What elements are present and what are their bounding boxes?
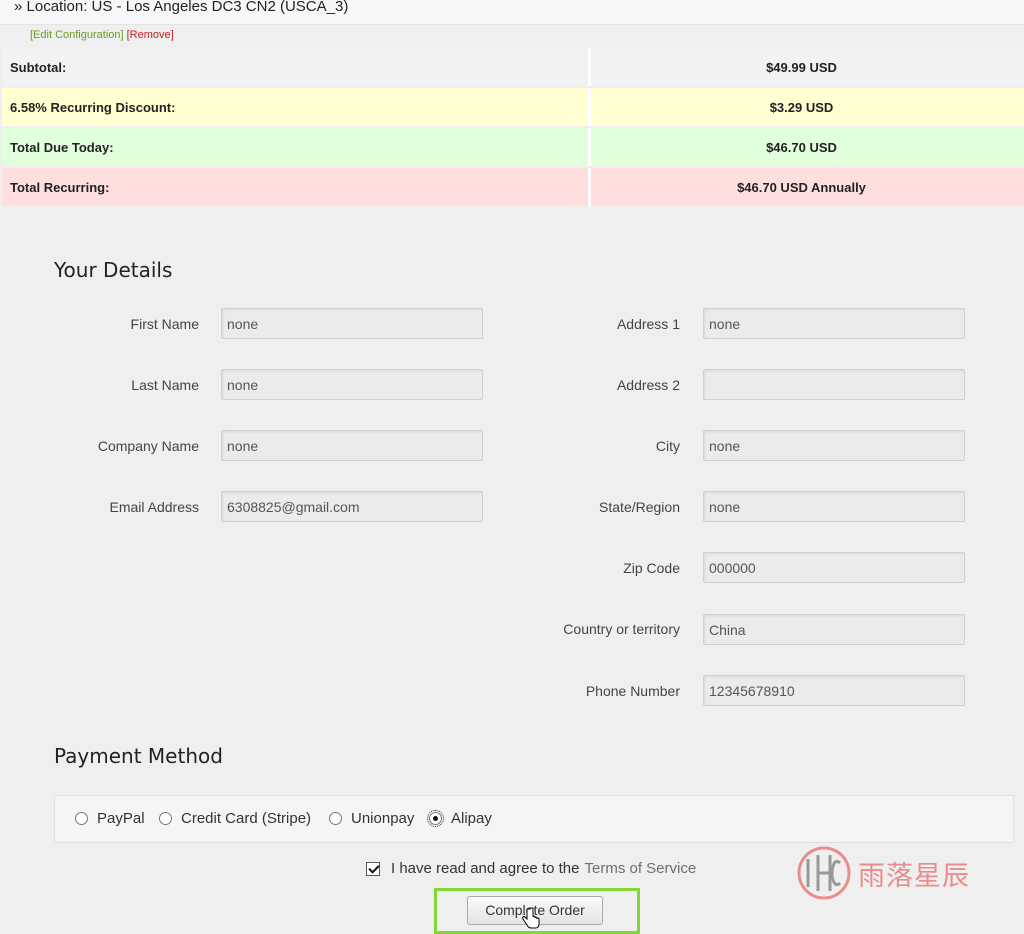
address-1-field[interactable] — [703, 308, 965, 339]
summary-value: $46.70 USD — [591, 128, 1024, 166]
terms-of-service-link[interactable]: Terms of Service — [584, 860, 696, 877]
first-name-label: First Name — [130, 316, 199, 332]
terms-text: I have read and agree to the — [391, 860, 580, 877]
terms-checkbox[interactable] — [366, 861, 380, 876]
payment-option-credit-card[interactable]: Credit Card (Stripe) — [159, 810, 311, 827]
summary-row-discount: 6.58% Recurring Discount: $3.29 USD — [2, 88, 1024, 126]
first-name-field[interactable] — [221, 308, 483, 339]
radio-button[interactable] — [159, 812, 172, 825]
payment-option-label: Alipay — [451, 810, 492, 827]
location-line: » Location: US - Los Angeles DC3 CN2 (US… — [0, 0, 1024, 25]
address-2-label: Address 2 — [616, 377, 680, 393]
your-details-heading: Your Details — [54, 258, 173, 282]
hc-logo-icon — [797, 846, 851, 900]
summary-label: Subtotal: — [2, 48, 591, 86]
zip-code-field[interactable] — [703, 552, 965, 583]
summary-row-total-recurring: Total Recurring: $46.70 USD Annually — [2, 168, 1024, 206]
payment-option-unionpay[interactable]: Unionpay — [329, 810, 414, 827]
summary-value: $49.99 USD — [591, 48, 1024, 86]
email-address-label: Email Address — [109, 499, 199, 515]
payment-option-paypal[interactable]: PayPal — [75, 810, 145, 827]
order-summary-table: Subtotal: $49.99 USD 6.58% Recurring Dis… — [2, 46, 1024, 208]
payment-method-heading: Payment Method — [54, 744, 223, 768]
edit-configuration-link[interactable]: [Edit Configuration] — [30, 29, 124, 41]
payment-option-label: Unionpay — [351, 810, 415, 827]
watermark: 雨落星辰 — [796, 845, 970, 901]
radio-button-selected[interactable] — [427, 810, 444, 827]
summary-value: $46.70 USD Annually — [591, 168, 1024, 206]
email-address-field[interactable] — [221, 491, 483, 522]
terms-agreement: I have read and agree to the Terms of Se… — [366, 860, 696, 877]
last-name-field[interactable] — [221, 369, 483, 400]
state-region-label: State/Region — [599, 499, 680, 515]
payment-option-label: PayPal — [97, 810, 145, 827]
last-name-label: Last Name — [131, 377, 199, 393]
summary-label: Total Recurring: — [2, 168, 591, 206]
city-field[interactable] — [703, 430, 965, 461]
hand-cursor-icon — [522, 907, 540, 929]
summary-label: Total Due Today: — [2, 128, 591, 166]
payment-option-alipay[interactable]: Alipay — [427, 810, 492, 827]
radio-button[interactable] — [75, 812, 88, 825]
company-name-label: Company Name — [97, 438, 199, 454]
country-label: Country or territory — [563, 621, 680, 637]
payment-method-box: PayPal Credit Card (Stripe) Unionpay Ali… — [54, 795, 1014, 843]
address-2-field[interactable] — [703, 369, 965, 400]
watermark-text: 雨落星辰 — [858, 860, 970, 892]
zip-code-label: Zip Code — [623, 560, 680, 576]
summary-value: $3.29 USD — [591, 88, 1024, 126]
summary-label: 6.58% Recurring Discount: — [2, 88, 591, 126]
remove-link[interactable]: [Remove] — [127, 29, 174, 41]
city-label: City — [655, 438, 680, 454]
location-text: » Location: US - Los Angeles DC3 CN2 (US… — [14, 0, 349, 15]
config-links: [Edit Configuration] [Remove] — [30, 29, 174, 41]
summary-row-total-due: Total Due Today: $46.70 USD — [2, 128, 1024, 166]
company-name-field[interactable] — [221, 430, 483, 461]
payment-option-label: Credit Card (Stripe) — [181, 810, 312, 827]
state-region-field[interactable] — [703, 491, 965, 522]
country-field[interactable] — [703, 614, 965, 645]
radio-button[interactable] — [329, 812, 342, 825]
address-1-label: Address 1 — [616, 316, 680, 332]
phone-number-label: Phone Number — [585, 683, 680, 699]
phone-number-field[interactable] — [703, 675, 965, 706]
summary-row-subtotal: Subtotal: $49.99 USD — [2, 48, 1024, 86]
